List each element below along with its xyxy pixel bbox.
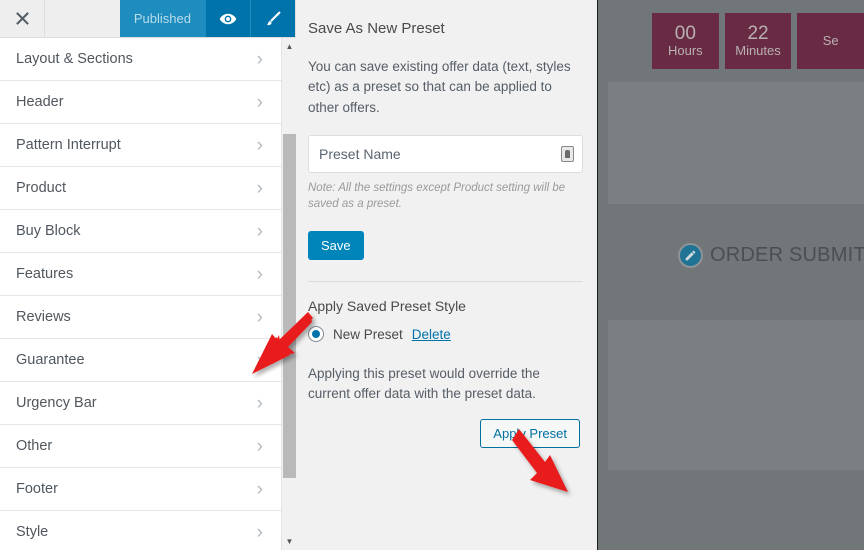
order-step-label: ORDER SUBMITTED [710,244,864,266]
sidebar-item-reviews[interactable]: Reviews › [0,296,281,339]
offer-preview[interactable]: 00 Hours 22 Minutes Se ORDER SUBMITTED [598,0,864,550]
panel-description: You can save existing offer data (text, … [308,59,571,115]
chevron-right-icon: › [256,177,263,199]
sidebar-item-product[interactable]: Product › [0,167,281,210]
timer-value: 22 [747,22,769,44]
timer-box-hours: 00 Hours [652,13,719,69]
sidebar-item-other[interactable]: Other › [0,425,281,468]
chevron-right-icon: › [256,349,263,371]
preset-radio-button[interactable] [308,326,324,343]
sidebar-item-features[interactable]: Features › [0,253,281,296]
sidebar-scrollbar[interactable]: ▲ ▼ [281,38,297,550]
scrollbar-down-button[interactable]: ▼ [282,533,297,550]
header-spacer [45,0,120,37]
app-root: Published Layout & Sections › Header › P… [0,0,864,550]
eye-icon [219,13,237,24]
sidebar-item-label: Features [16,266,74,282]
sidebar-item-label: Pattern Interrupt [16,137,121,153]
apply-section-title: Apply Saved Preset Style [308,298,466,315]
sidebar-item-label: Layout & Sections [16,51,133,67]
chevron-right-icon: › [256,263,263,285]
saved-preset-row: New Preset Delete [308,326,583,343]
chevron-right-icon: › [256,392,263,414]
chevron-right-icon: › [256,134,263,156]
sidebar-item-label: Guarantee [16,352,85,368]
panel-title: Save As New Preset [308,20,445,37]
chevron-right-icon: › [256,48,263,70]
chevron-right-icon: › [256,521,263,543]
sidebar-item-pattern-interrupt[interactable]: Pattern Interrupt › [0,124,281,167]
scroll-down-icon: ▼ [285,536,294,546]
preview-toggle-button[interactable] [205,0,250,37]
timer-unit: Minutes [735,43,781,59]
timer-box-minutes: 22 Minutes [724,13,792,69]
scrollbar-up-button[interactable]: ▲ [282,38,297,55]
preview-headline-band [608,321,864,469]
apply-preset-button[interactable]: Apply Preset [480,418,580,448]
sidebar-item-urgency-bar[interactable]: Urgency Bar › [0,382,281,425]
save-button[interactable]: Save [308,231,364,261]
preset-panel: Save As New Preset You can save existing… [296,0,598,550]
sidebar-item-label: Reviews [16,309,71,325]
preset-note: Note: All the settings except Product se… [308,181,566,211]
sidebar-section-list[interactable]: Layout & Sections › Header › Pattern Int… [0,38,281,550]
preview-divider-mid [608,203,864,204]
sidebar-item-footer[interactable]: Footer › [0,468,281,511]
close-button[interactable] [0,0,45,37]
sidebar-item-label: Urgency Bar [16,395,97,411]
password-manager-icon[interactable] [561,145,574,162]
preset-name-input[interactable] [308,134,583,173]
sidebar-item-label: Header [16,94,64,110]
countdown-timer: 00 Hours 22 Minutes Se [598,0,864,82]
close-icon [15,12,29,25]
preview-empty-band [608,83,864,203]
delete-preset-link[interactable]: Delete [412,327,451,342]
apply-button-row: Apply Preset [308,418,583,448]
sidebar-item-guarantee[interactable]: Guarantee › [0,339,281,382]
sidebar-item-label: Style [16,524,49,540]
sidebar-item-layout-sections[interactable]: Layout & Sections › [0,38,281,81]
published-button[interactable]: Published [119,0,205,37]
apply-description: Applying this preset would override the … [308,366,540,402]
pencil-glyph-icon [685,250,696,261]
brush-icon [267,11,281,25]
sidebar-header: Published [0,0,295,38]
section-divider [308,281,583,283]
timer-value: 00 [674,22,696,44]
timer-unit: Hours [667,43,703,59]
sidebar-item-label: Buy Block [16,223,81,239]
chevron-right-icon: › [256,478,263,500]
preset-name-field-wrapper [308,134,583,173]
order-step-row: ORDER SUBMITTED [678,243,864,268]
preset-radio-label: New Preset [333,326,403,342]
chevron-right-icon: › [256,306,263,328]
chevron-right-icon: › [256,91,263,113]
pencil-edit-icon[interactable] [678,243,703,268]
chevron-right-icon: › [256,220,263,242]
preview-divider-bottom [608,469,864,470]
timer-box-seconds: Se [797,13,864,69]
sidebar-item-style[interactable]: Style › [0,511,281,550]
sidebar-item-label: Footer [16,481,58,497]
sidebar-item-header[interactable]: Header › [0,81,281,124]
timer-unit: Se [822,32,839,48]
style-edit-button[interactable] [250,0,295,37]
scroll-up-icon: ▲ [285,41,294,51]
sidebar-item-label: Other [16,438,53,454]
chevron-right-icon: › [256,435,263,457]
sidebar-item-buy-block[interactable]: Buy Block › [0,210,281,253]
customizer-sidebar: Published Layout & Sections › Header › P… [0,0,297,550]
sidebar-item-label: Product [16,180,66,196]
scrollbar-thumb[interactable] [283,134,296,478]
